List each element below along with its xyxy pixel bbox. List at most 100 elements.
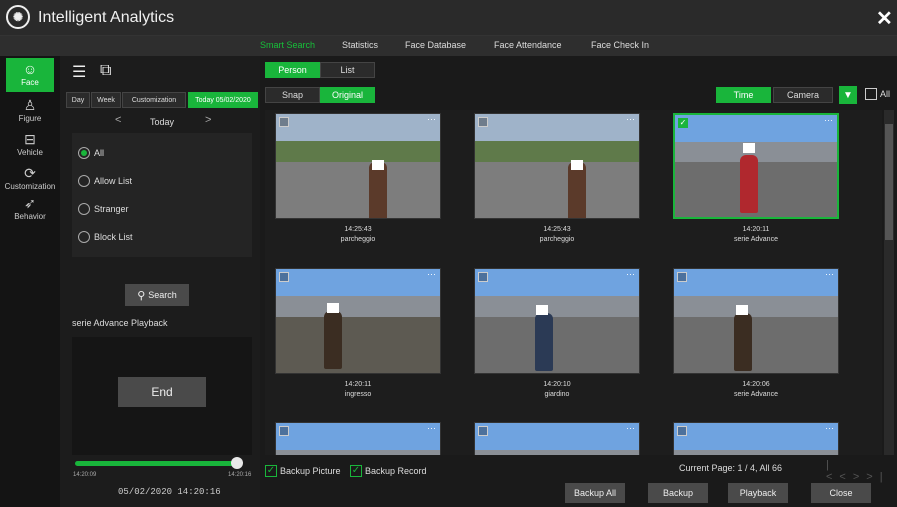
result-checkbox[interactable] [279,426,289,436]
left-nav: ☺ Face ♙ Figure ⊟ Vehicle ⟳ Customizatio… [0,56,60,507]
customization-icon: ⟳ [24,165,36,181]
tab-statistics[interactable]: Statistics [342,40,378,50]
result-thumbnail[interactable]: ··· [275,268,441,374]
result-checkbox[interactable] [279,117,289,127]
sort-camera-button[interactable]: Camera [773,87,833,103]
more-icon[interactable]: ··· [427,423,436,433]
result-thumbnail[interactable]: ··· [275,422,441,455]
view-list-button[interactable]: List [320,62,375,78]
backup-picture-checkbox[interactable]: ✓ Backup Picture [265,465,341,477]
select-all-checkbox[interactable]: All [865,88,890,100]
playback-button[interactable]: Playback [728,483,788,503]
page-info: Current Page: 1 / 4, All 66 [679,463,783,473]
pager-controls[interactable]: |<<>>| [826,459,897,483]
result-thumbnail-selected[interactable]: ✓ ··· [673,113,839,219]
tab-face-database[interactable]: Face Database [405,40,466,50]
nav-figure[interactable]: ♙ Figure [0,94,60,132]
result-time: 14:25:43 [344,226,372,233]
period-week[interactable]: Week [91,92,121,108]
tab-smart-search[interactable]: Smart Search [260,40,315,50]
scrollbar-thumb[interactable] [885,124,893,240]
original-button[interactable]: Original [320,87,375,103]
face-icon: ☺ [22,61,38,77]
sort-time-button[interactable]: Time [716,87,771,103]
tab-bar: Smart Search Statistics Face Database Fa… [0,36,897,56]
capture-view-icon[interactable]: ⧉ [100,62,111,80]
result-time: 14:20:06 [742,381,770,388]
more-icon[interactable]: ··· [427,269,436,279]
filter-allow-list[interactable]: Allow List [78,175,132,187]
result-time: 14:20:11 [344,381,372,388]
checkbox-icon [865,88,877,100]
radio-icon [78,203,90,215]
nav-face-label: Face [21,78,39,87]
result-thumbnail[interactable]: ··· [673,268,839,374]
period-day[interactable]: Day [66,92,90,108]
filter-icon[interactable]: ▼ [839,86,857,104]
result-time: 14:20:11 [742,226,770,233]
radio-checked-icon [78,147,90,159]
more-icon[interactable]: ··· [626,269,635,279]
result-checkbox[interactable] [677,426,687,436]
result-thumbnail[interactable]: ··· [474,113,640,219]
search-icon: ⚲ [137,289,146,302]
filter-all[interactable]: All [78,147,104,159]
result-checkbox[interactable] [478,426,488,436]
filter-stranger[interactable]: Stranger [78,203,129,215]
result-time: 14:25:43 [543,226,571,233]
more-icon[interactable]: ··· [626,423,635,433]
period-customization[interactable]: Customization [122,92,186,108]
result-checkbox[interactable] [478,272,488,282]
tab-face-check-in[interactable]: Face Check In [591,40,649,50]
figure-icon: ♙ [23,97,37,113]
close-button[interactable]: Close [811,483,871,503]
search-button[interactable]: ⚲ Search [125,284,189,306]
backup-button[interactable]: Backup [648,483,708,503]
nav-figure-label: Figure [18,114,42,123]
more-icon[interactable]: ··· [427,114,436,124]
filter-block-label: Block List [94,232,133,242]
period-today-button[interactable]: Today 05/02/2020 [188,92,258,108]
nav-behavior[interactable]: ➶ Behavior [0,192,60,230]
view-person-button[interactable]: Person [265,62,320,78]
result-thumbnail[interactable]: ··· [474,422,640,455]
close-icon[interactable]: ✕ [876,6,893,31]
end-button[interactable]: End [118,377,206,407]
result-camera: ingresso [344,391,372,398]
result-camera: giardino [544,391,570,398]
behavior-icon: ➶ [24,195,36,211]
nav-vehicle[interactable]: ⊟ Vehicle [0,128,60,166]
more-icon[interactable]: ··· [825,269,834,279]
nav-face[interactable]: ☺ Face [6,58,54,92]
result-checkbox-checked[interactable]: ✓ [678,118,688,128]
more-icon[interactable]: ··· [626,114,635,124]
filter-all-label: All [94,148,105,158]
tab-face-attendance[interactable]: Face Attendance [494,40,562,50]
date-nav-label: Today [150,117,175,127]
prev-day-icon[interactable]: < [115,114,121,126]
backup-picture-label: Backup Picture [280,466,341,476]
result-thumbnail[interactable]: ··· [673,422,839,455]
nav-customization-label: Customization [4,182,56,191]
filter-box: All Allow List Stranger Block List [72,133,252,257]
slider-handle[interactable] [231,457,243,469]
more-icon[interactable]: ··· [824,115,833,125]
result-checkbox[interactable] [478,117,488,127]
result-checkbox[interactable] [279,272,289,282]
playback-slider[interactable] [75,461,237,466]
filter-block-list[interactable]: Block List [78,231,133,243]
filter-stranger-label: Stranger [94,204,129,214]
next-day-icon[interactable]: > [205,114,211,126]
backup-record-checkbox[interactable]: ✓ Backup Record [350,465,427,477]
result-thumbnail[interactable]: ··· [474,268,640,374]
result-thumbnail[interactable]: ··· [275,113,441,219]
end-time: 14:20:16 [228,472,252,478]
more-icon[interactable]: ··· [825,423,834,433]
backup-all-button[interactable]: Backup All [565,483,625,503]
radio-icon [78,231,90,243]
result-checkbox[interactable] [677,272,687,282]
start-time: 14:20:09 [73,472,97,478]
result-camera: serie Advance [734,236,778,243]
snap-button[interactable]: Snap [265,87,320,103]
list-view-icon[interactable]: ☰ [72,62,86,82]
